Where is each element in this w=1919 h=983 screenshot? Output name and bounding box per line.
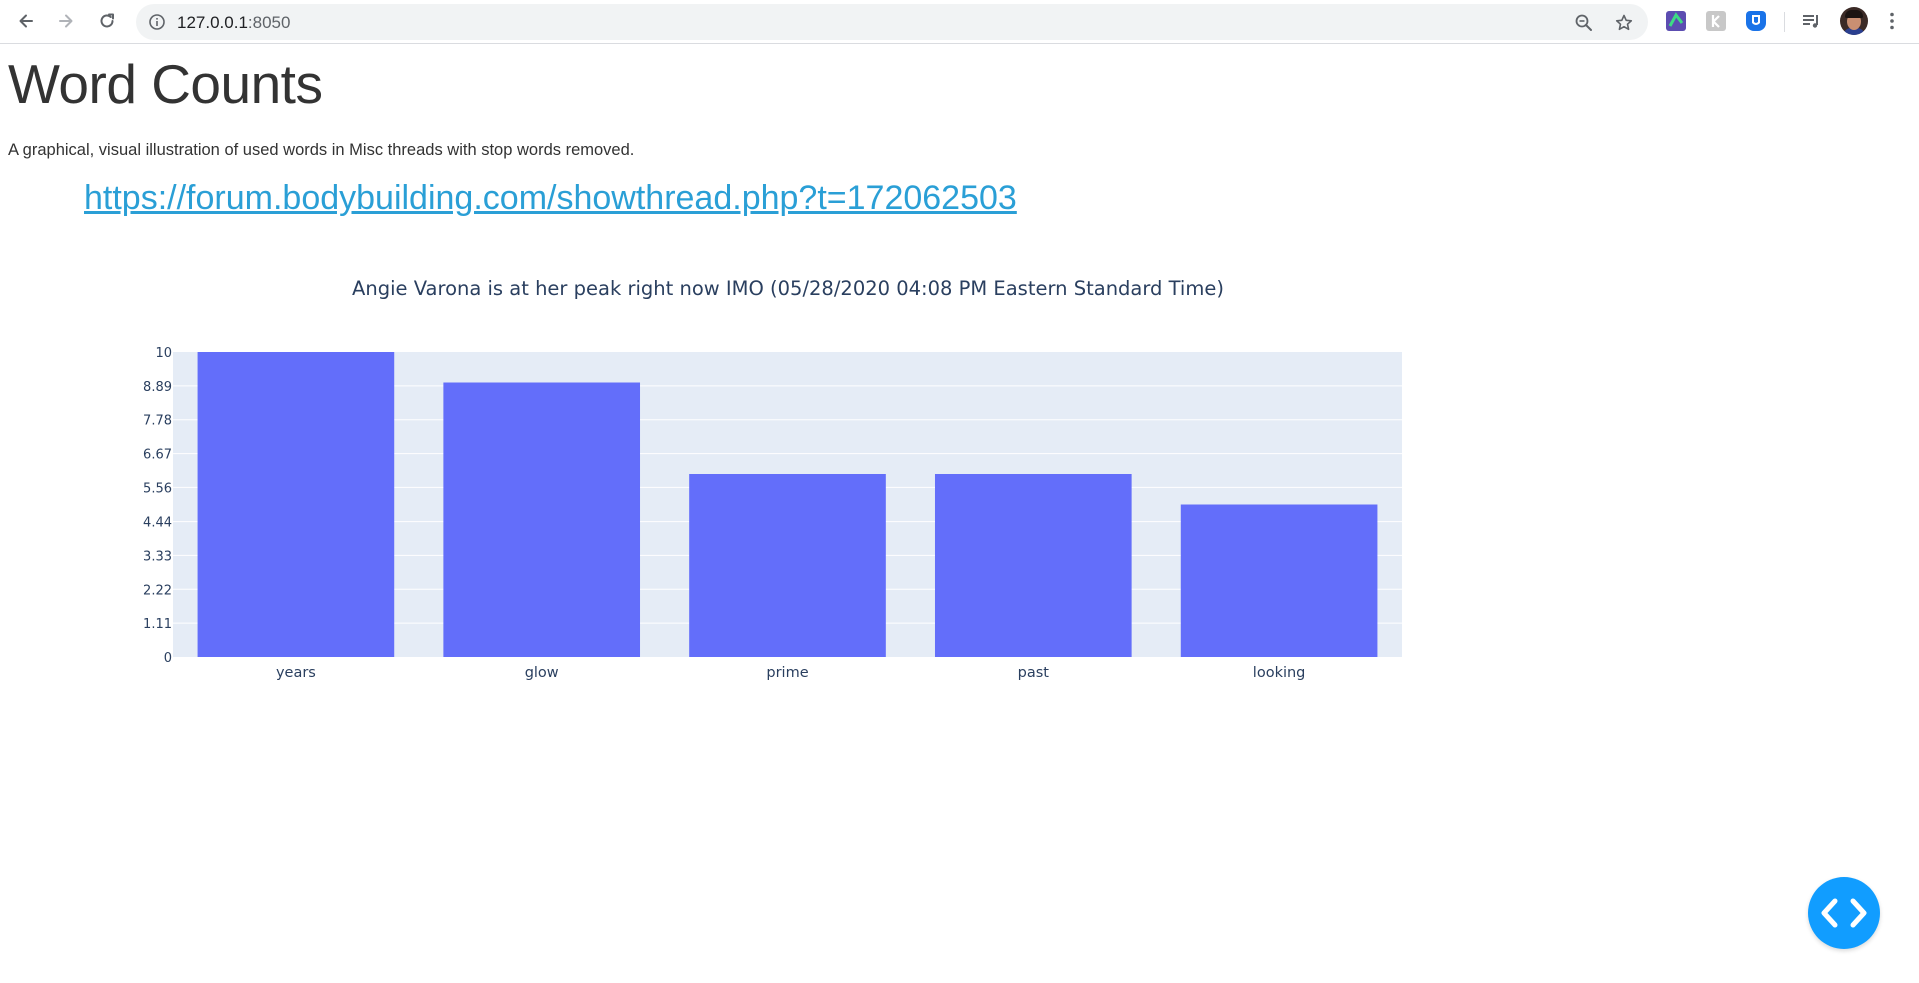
bookmark-star-icon[interactable]	[1614, 13, 1634, 33]
bar-glow[interactable]	[443, 382, 641, 658]
y-tick-label: 1.11	[143, 617, 172, 632]
bar-years[interactable]	[197, 352, 395, 657]
y-tick-label: 7.78	[143, 414, 172, 429]
extension-k-icon[interactable]	[1706, 11, 1726, 31]
x-tick-label: glow	[525, 665, 559, 681]
back-arrow-icon	[19, 14, 33, 28]
x-tick-label: years	[276, 665, 316, 681]
y-tick-label: 8.89	[143, 380, 172, 395]
forward-button[interactable]	[51, 6, 81, 36]
url-port: :8050	[247, 13, 291, 32]
x-tick-label: prime	[766, 665, 808, 681]
browser-toolbar: 127.0.0.1:8050	[0, 0, 1919, 44]
y-tick-label: 2.22	[143, 583, 172, 598]
extension-green-icon[interactable]	[1666, 11, 1686, 31]
toolbar-divider	[1784, 12, 1785, 32]
y-tick-label: 4.44	[143, 516, 172, 531]
back-button[interactable]	[11, 6, 41, 36]
profile-avatar[interactable]	[1840, 7, 1868, 35]
url-text[interactable]: 127.0.0.1:8050	[177, 13, 290, 33]
y-tick-label: 10	[155, 346, 172, 361]
code-brackets-icon	[1821, 898, 1867, 928]
bar-prime[interactable]	[689, 474, 886, 657]
x-tick-label: past	[1018, 665, 1050, 681]
reload-icon	[100, 13, 114, 28]
x-tick-label: looking	[1253, 665, 1306, 681]
bar-chart: Angie Varona is at her peak right now IM…	[143, 277, 1402, 681]
page-description: A graphical, visual illustration of used…	[8, 141, 635, 159]
y-tick-label: 3.33	[143, 549, 172, 564]
extension-green-glyph-icon	[1668, 12, 1684, 27]
thread-link[interactable]: https://forum.bodybuilding.com/showthrea…	[84, 179, 1017, 218]
browser-menu-icon[interactable]	[1881, 10, 1903, 32]
forward-arrow-icon	[59, 14, 73, 28]
shield-glyph-icon	[1752, 15, 1760, 25]
address-bar[interactable]: 127.0.0.1:8050	[136, 4, 1648, 40]
zoom-icon[interactable]	[1574, 13, 1594, 33]
y-tick-label: 5.56	[143, 481, 172, 496]
y-tick-label: 6.67	[143, 448, 172, 463]
bar-looking[interactable]	[1180, 504, 1378, 658]
bitwarden-shield-icon[interactable]	[1746, 11, 1766, 31]
bar-past[interactable]	[934, 474, 1132, 657]
page-title: Word Counts	[8, 53, 323, 115]
extension-k-glyph-icon	[1711, 15, 1720, 28]
y-axis: 0 1.11 2.22 3.33 4.44 5.56 6.67 7.78 8.89 10	[143, 346, 172, 666]
reload-button[interactable]	[92, 6, 122, 36]
chart-title: Angie Varona is at her peak right now IM…	[352, 277, 1224, 300]
url-host: 127.0.0.1	[177, 13, 248, 32]
y-tick-label: 0	[164, 651, 172, 666]
info-icon[interactable]	[148, 13, 166, 31]
media-queue-icon[interactable]	[1800, 10, 1822, 32]
x-axis: years glow prime past looking	[276, 665, 1305, 681]
debug-menu-button[interactable]	[1808, 877, 1880, 949]
